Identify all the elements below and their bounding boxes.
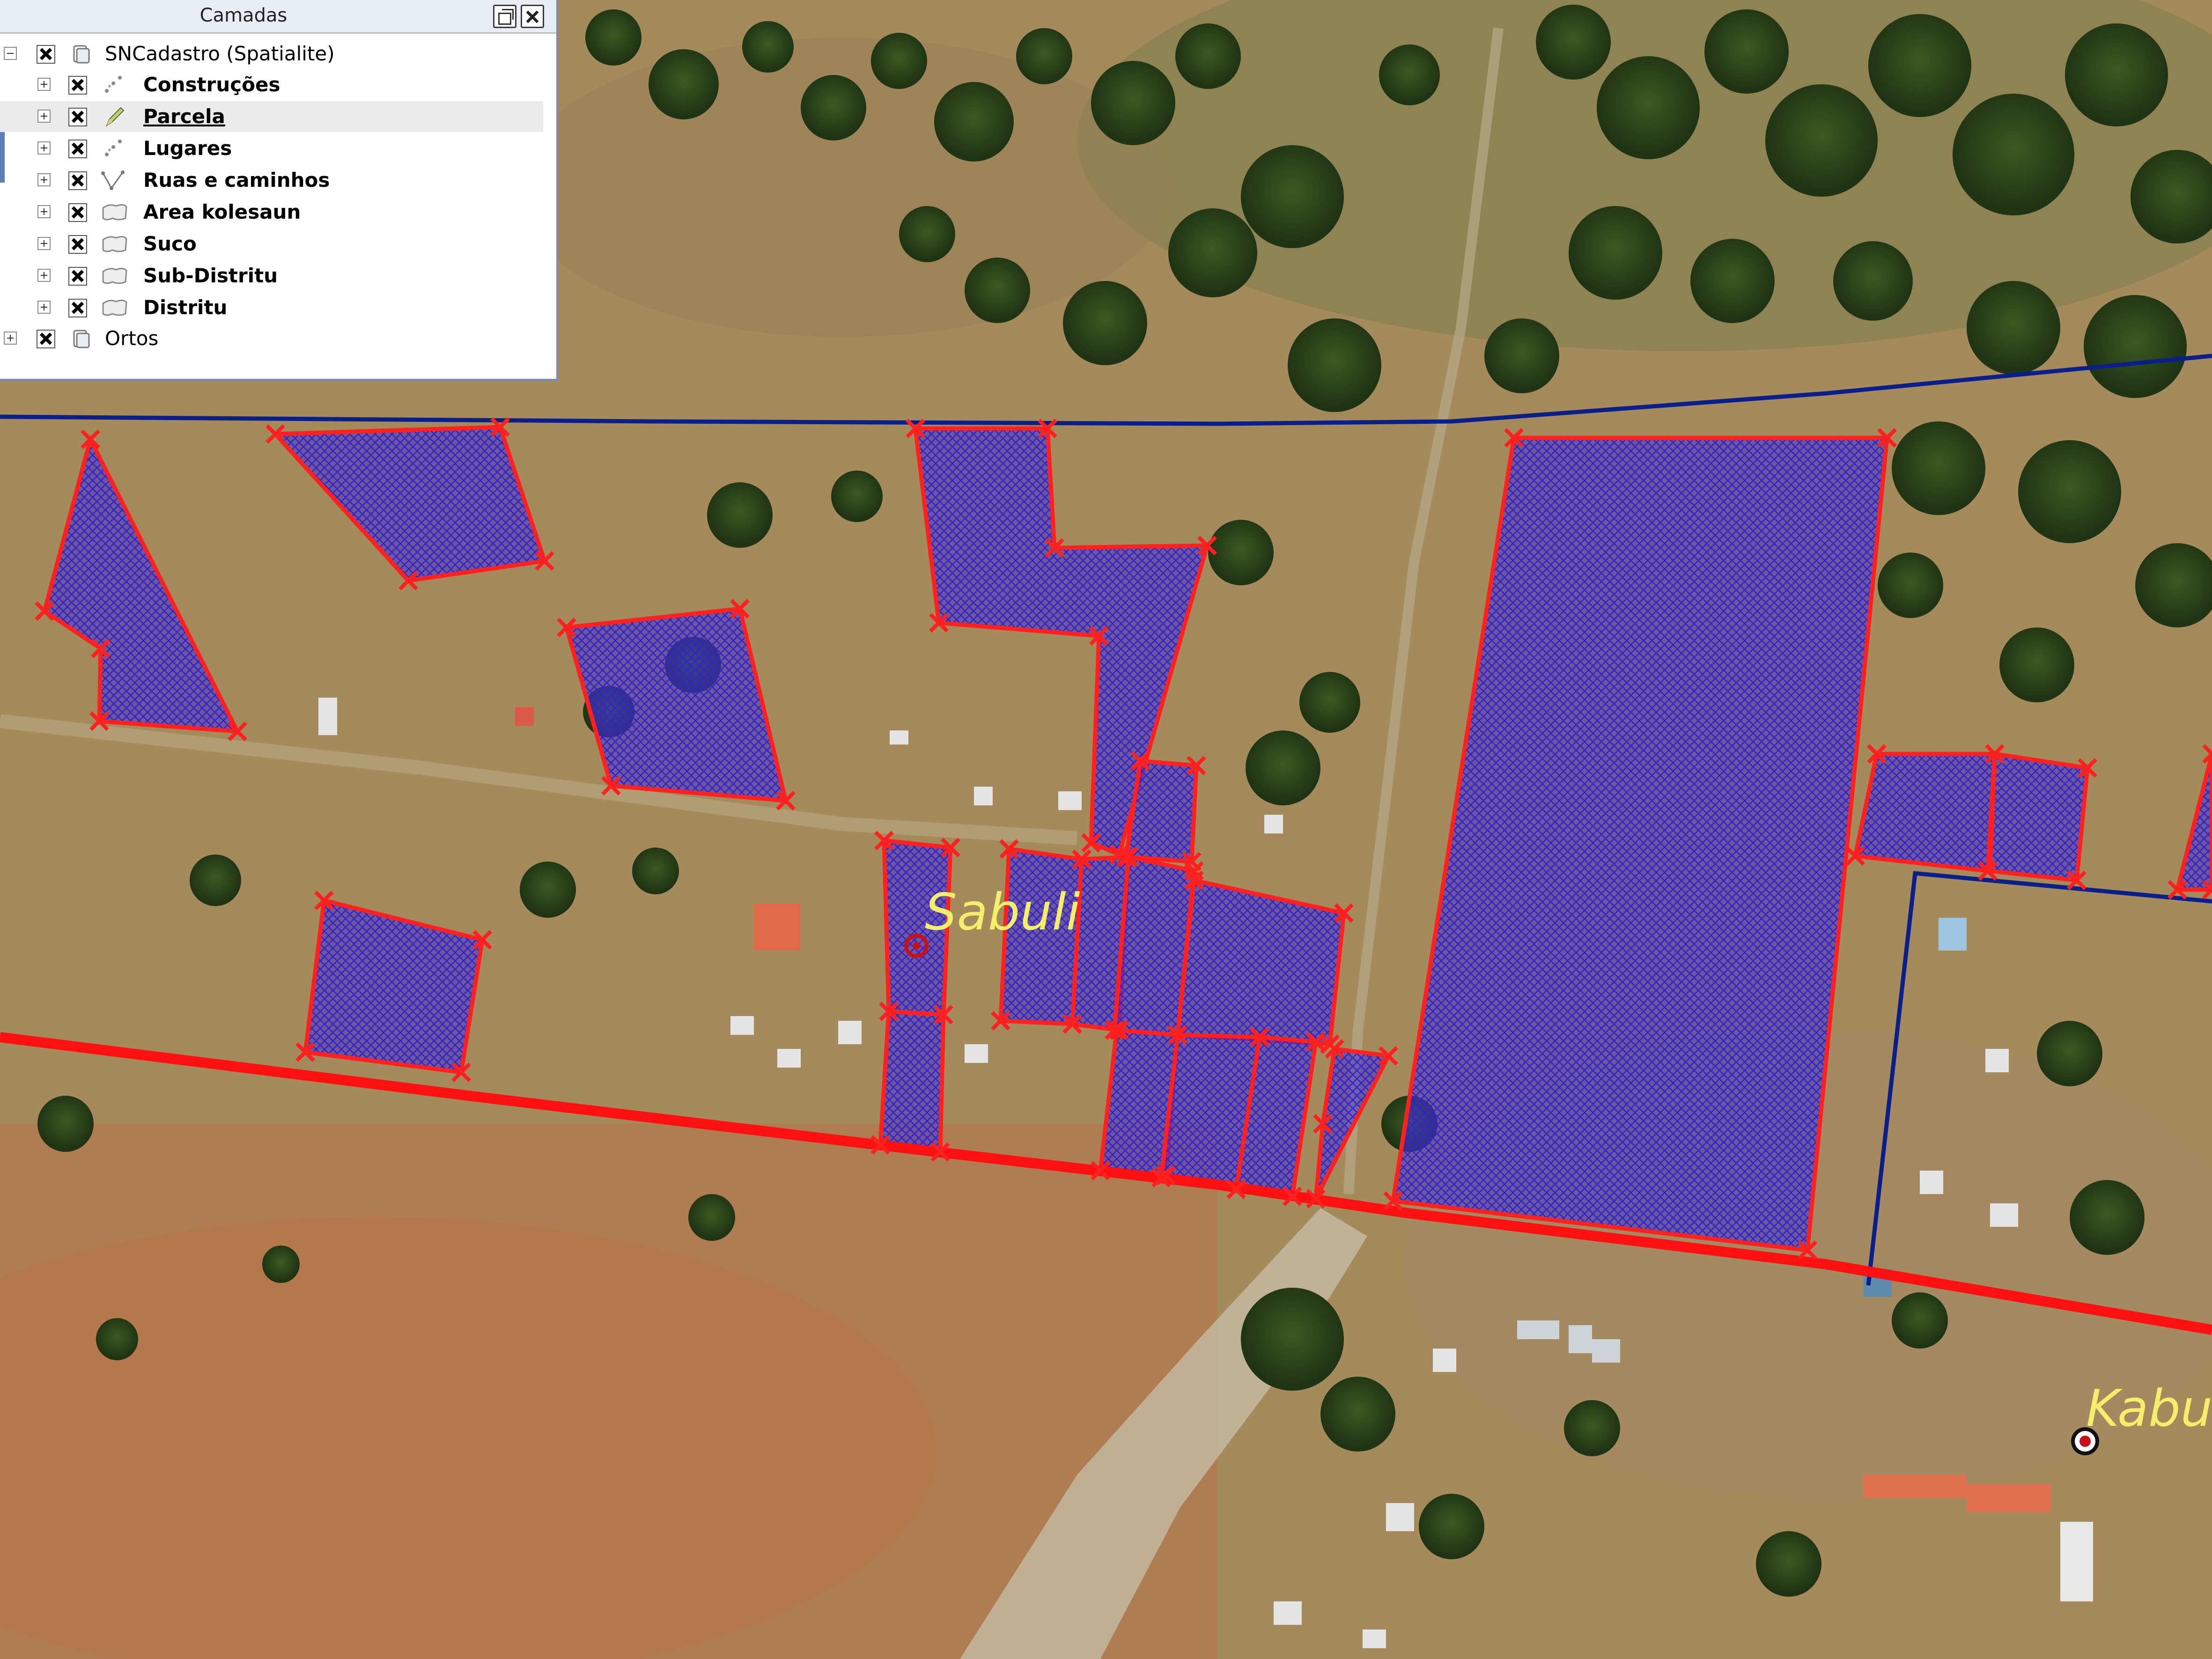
tree-label: Suco	[143, 232, 197, 255]
tree-label: Ruas e caminhos	[143, 169, 330, 192]
layer-visibility-checkbox[interactable]	[68, 171, 87, 190]
layer-group-sncadastro[interactable]: SNCadastro (Spatialite)	[0, 38, 543, 69]
layer-item-area-kolesaun[interactable]: Area kolesaun	[0, 197, 543, 228]
parcel[interactable]	[878, 1009, 946, 1154]
layers-panel: Camadas SNCadastro (Spatialite) Construç…	[0, 0, 558, 381]
expand-icon[interactable]	[37, 205, 51, 218]
expand-icon[interactable]	[37, 78, 51, 91]
layer-visibility-checkbox[interactable]	[68, 140, 87, 158]
expand-icon[interactable]	[37, 237, 51, 250]
tree-label: Sub-Distritu	[143, 264, 278, 287]
tree-label: Parcela	[143, 105, 225, 128]
layer-visibility-checkbox[interactable]	[68, 76, 87, 95]
layer-visibility-checkbox[interactable]	[37, 330, 55, 348]
edit-pencil-icon	[105, 107, 125, 127]
layer-group-ortos[interactable]: Ortos	[0, 323, 543, 354]
close-panel-button[interactable]	[521, 5, 544, 28]
layer-group-icon	[73, 45, 90, 64]
layer-visibility-checkbox[interactable]	[68, 235, 87, 254]
polygon-layer-icon	[102, 267, 127, 284]
layer-item-ruas-e-caminhos[interactable]: Ruas e caminhos	[0, 165, 543, 196]
float-panel-button[interactable]	[493, 5, 516, 28]
tree-label: SNCadastro (Spatialite)	[105, 42, 335, 65]
layer-visibility-checkbox[interactable]	[68, 299, 87, 317]
tree-label: Construções	[143, 73, 280, 96]
layer-item-sub-distritu[interactable]: Sub-Distritu	[0, 260, 543, 291]
point-layer-icon	[105, 140, 122, 156]
collapse-icon[interactable]	[4, 47, 17, 60]
layer-visibility-checkbox[interactable]	[68, 267, 87, 286]
layer-group-icon	[73, 330, 90, 348]
expand-icon[interactable]	[37, 110, 51, 123]
layer-item-construcoes[interactable]: Construções	[0, 69, 543, 100]
layer-item-suco[interactable]: Suco	[0, 229, 543, 259]
layer-item-parcela[interactable]: Parcela	[0, 101, 543, 132]
layer-visibility-checkbox[interactable]	[37, 45, 55, 64]
expand-icon[interactable]	[37, 173, 51, 186]
parcel[interactable]	[1124, 759, 1199, 864]
layer-visibility-checkbox[interactable]	[68, 203, 87, 222]
tree-label: Area kolesaun	[143, 200, 301, 223]
parcel[interactable]	[1853, 752, 1997, 873]
point-layer-icon	[105, 76, 122, 93]
polygon-layer-icon	[102, 204, 127, 221]
expand-icon[interactable]	[37, 301, 51, 314]
tree-label: Distritu	[143, 296, 228, 319]
panel-title: Camadas	[199, 5, 288, 26]
layer-visibility-checkbox[interactable]	[68, 108, 87, 126]
parcel[interactable]	[1988, 752, 2090, 883]
tree-label: Lugares	[143, 137, 232, 160]
expand-icon[interactable]	[37, 269, 51, 282]
polygon-layer-icon	[102, 299, 127, 316]
layer-item-lugares[interactable]: Lugares	[0, 133, 543, 164]
line-layer-icon	[101, 170, 125, 190]
place-label-sabuli: Sabuli	[925, 883, 1080, 942]
layer-tree: SNCadastro (Spatialite) Construções Parc…	[0, 37, 543, 378]
panel-titlebar[interactable]: Camadas	[0, 0, 556, 34]
expand-icon[interactable]	[4, 332, 17, 345]
expand-icon[interactable]	[37, 141, 51, 155]
polygon-layer-icon	[102, 236, 127, 252]
tree-label: Ortos	[105, 327, 159, 350]
place-label-kabul: Kabul	[2086, 1379, 2212, 1438]
layer-item-distritu[interactable]: Distritu	[0, 292, 543, 323]
